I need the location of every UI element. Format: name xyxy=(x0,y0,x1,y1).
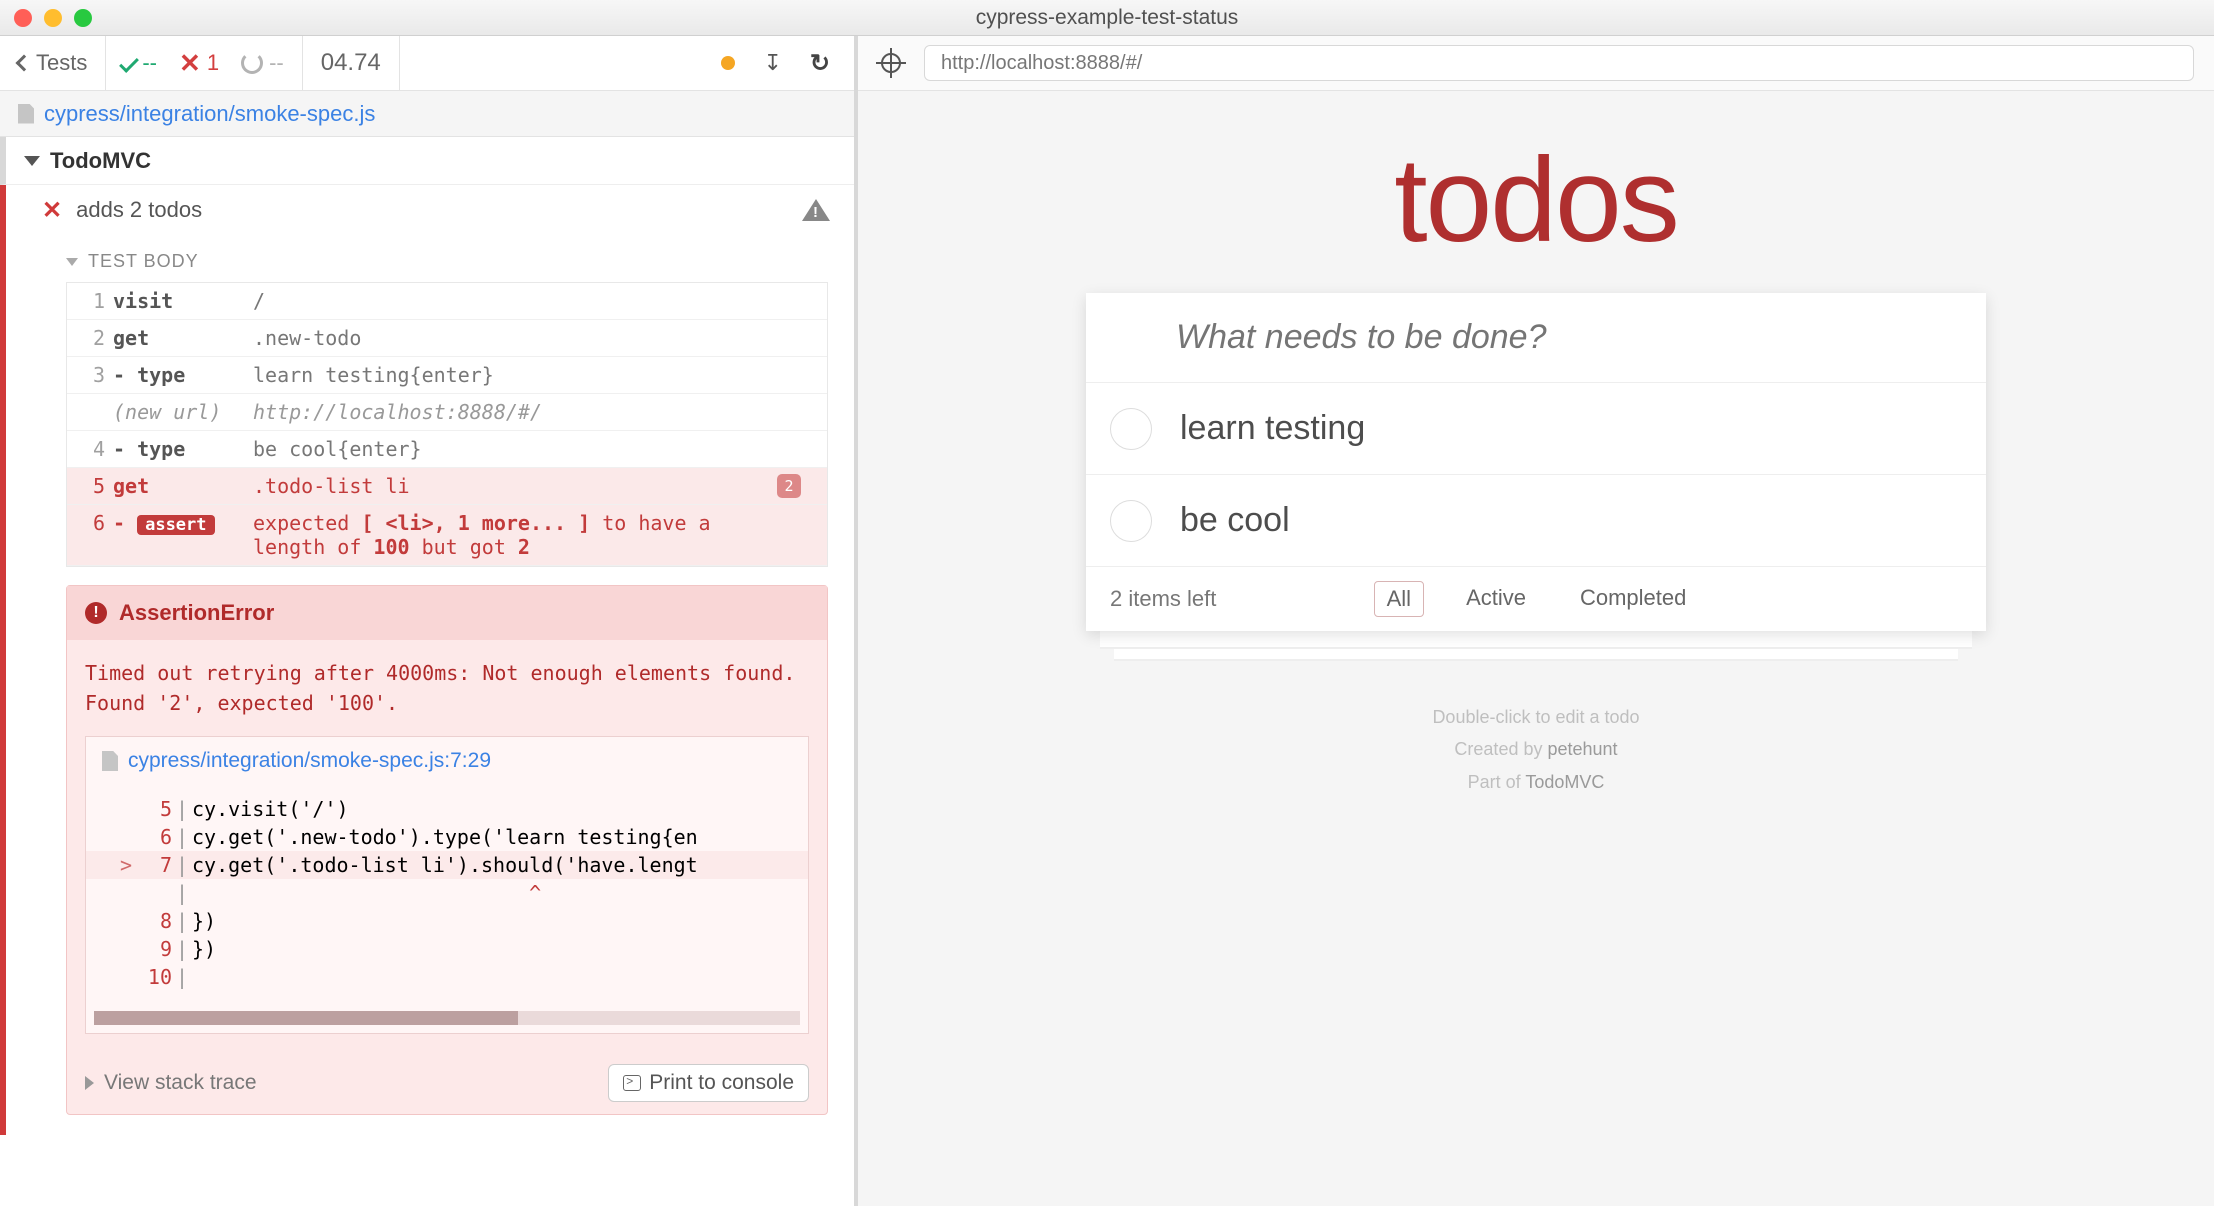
x-icon: ✕ xyxy=(179,48,201,79)
file-icon xyxy=(18,104,34,124)
code-line: | ^ xyxy=(86,879,808,907)
command-row[interactable]: (new url)http://localhost:8888/#/ xyxy=(67,394,827,431)
pending-count: -- xyxy=(241,50,284,76)
filter-all[interactable]: All xyxy=(1374,581,1424,617)
app-frame: todos learn testing be cool 2 items left … xyxy=(858,91,2214,1206)
close-window-icon[interactable] xyxy=(14,9,32,27)
filter-completed[interactable]: Completed xyxy=(1568,581,1698,617)
command-row[interactable]: 2get.new-todo xyxy=(67,320,827,357)
caret-down-icon xyxy=(66,258,78,266)
back-label: Tests xyxy=(36,50,87,76)
chevron-left-icon xyxy=(16,55,33,72)
error-box: ! AssertionError Timed out retrying afte… xyxy=(66,585,828,1115)
command-row[interactable]: 3- typelearn testing{enter} xyxy=(67,357,827,394)
reporter-panel: Tests -- ✕1 -- 04.74 ↧ ↻ cypress/integra… xyxy=(0,36,858,1206)
aut-url-input[interactable] xyxy=(924,45,2194,81)
todo-label: learn testing xyxy=(1180,409,1365,448)
warning-icon xyxy=(802,199,830,221)
auto-scroll-toggle[interactable]: ↧ xyxy=(763,50,781,76)
info-line-2: Created by petehunt xyxy=(1432,733,1639,765)
back-to-tests-button[interactable]: Tests xyxy=(0,36,106,90)
caret-right-icon xyxy=(85,1076,94,1090)
code-line: 6| cy.get('.new-todo').type('learn testi… xyxy=(86,823,808,851)
spec-path: cypress/integration/smoke-spec.js xyxy=(44,101,375,127)
todo-app: learn testing be cool 2 items left All Ac… xyxy=(1086,293,1986,631)
filter-active[interactable]: Active xyxy=(1454,581,1538,617)
app-info: Double-click to edit a todo Created by p… xyxy=(1432,701,1639,798)
aut-url-bar xyxy=(858,36,2214,91)
selector-playground-icon[interactable] xyxy=(878,50,904,76)
todo-item[interactable]: learn testing xyxy=(1086,383,1986,475)
window-title: cypress-example-test-status xyxy=(0,6,2214,30)
todo-label: be cool xyxy=(1180,501,1290,540)
test-body-header[interactable]: TEST BODY xyxy=(66,241,828,282)
caret-down-icon xyxy=(24,156,40,166)
terminal-icon xyxy=(623,1075,641,1091)
filter-group: All Active Completed xyxy=(1110,581,1962,617)
code-line: 5| cy.visit('/') xyxy=(86,795,808,823)
command-row[interactable]: 1visit/ xyxy=(67,283,827,320)
error-message: Timed out retrying after 4000ms: Not eno… xyxy=(67,640,827,736)
error-location: cypress/integration/smoke-spec.js:7:29 xyxy=(128,749,491,773)
error-icon: ! xyxy=(85,602,107,624)
spec-path-bar[interactable]: cypress/integration/smoke-spec.js xyxy=(0,91,854,137)
suite-name: TodoMVC xyxy=(50,148,151,174)
command-row[interactable]: 5get.todo-list li2 xyxy=(67,468,827,505)
command-log: 1visit/2get.new-todo3- typelearn testing… xyxy=(66,282,828,567)
horizontal-scrollbar[interactable] xyxy=(94,1011,800,1025)
test-body-label: TEST BODY xyxy=(88,251,199,272)
app-title: todos xyxy=(1394,131,1678,269)
test-title: adds 2 todos xyxy=(76,197,202,223)
todo-footer: 2 items left All Active Completed xyxy=(1086,567,1986,631)
code-line: 8| }) xyxy=(86,907,808,935)
command-row[interactable]: 4- typebe cool{enter} xyxy=(67,431,827,468)
new-todo-input[interactable] xyxy=(1086,293,1986,383)
todomvc-link[interactable]: TodoMVC xyxy=(1525,772,1604,792)
passed-count: -- xyxy=(124,50,157,76)
rerun-button[interactable]: ↻ xyxy=(810,49,830,78)
todo-item[interactable]: be cool xyxy=(1086,475,1986,567)
info-line-3: Part of TodoMVC xyxy=(1432,766,1639,798)
error-name: AssertionError xyxy=(119,600,274,626)
spinner-icon xyxy=(241,52,263,74)
maximize-window-icon[interactable] xyxy=(74,9,92,27)
fail-icon: ✕ xyxy=(42,196,62,225)
error-code-frame: cypress/integration/smoke-spec.js:7:29 5… xyxy=(85,736,809,1034)
file-icon xyxy=(102,751,118,771)
view-stack-trace[interactable]: View stack trace xyxy=(104,1071,257,1095)
error-header: ! AssertionError xyxy=(67,586,827,640)
window-titlebar: cypress-example-test-status xyxy=(0,0,2214,36)
code-line: 9|}) xyxy=(86,935,808,963)
info-line-1: Double-click to edit a todo xyxy=(1432,701,1639,733)
suite-header[interactable]: TodoMVC xyxy=(0,137,854,185)
test-duration: 04.74 xyxy=(303,36,400,90)
print-to-console-button[interactable]: Print to console xyxy=(608,1064,809,1102)
check-icon xyxy=(119,53,139,73)
minimize-window-icon[interactable] xyxy=(44,9,62,27)
todo-list: learn testing be cool xyxy=(1086,383,1986,567)
todo-toggle[interactable] xyxy=(1110,500,1152,542)
status-dot-icon xyxy=(721,56,735,70)
aut-panel: todos learn testing be cool 2 items left … xyxy=(858,36,2214,1206)
code-line: >7| cy.get('.todo-list li').should('have… xyxy=(86,851,808,879)
author-link[interactable]: petehunt xyxy=(1547,739,1617,759)
reporter-toolbar: Tests -- ✕1 -- 04.74 ↧ ↻ xyxy=(0,36,854,91)
code-line: 10| xyxy=(86,963,808,991)
command-row[interactable]: 6- assertexpected [ <li>, 1 more... ] to… xyxy=(67,505,827,566)
error-location-row[interactable]: cypress/integration/smoke-spec.js:7:29 xyxy=(86,737,808,785)
test-row[interactable]: ✕ adds 2 todos xyxy=(0,185,854,235)
test-detail: TEST BODY 1visit/2get.new-todo3- typelea… xyxy=(0,235,854,1135)
code-lines: 5| cy.visit('/')6| cy.get('.new-todo').t… xyxy=(86,785,808,1005)
failed-count: ✕1 xyxy=(179,48,219,79)
todo-toggle[interactable] xyxy=(1110,408,1152,450)
